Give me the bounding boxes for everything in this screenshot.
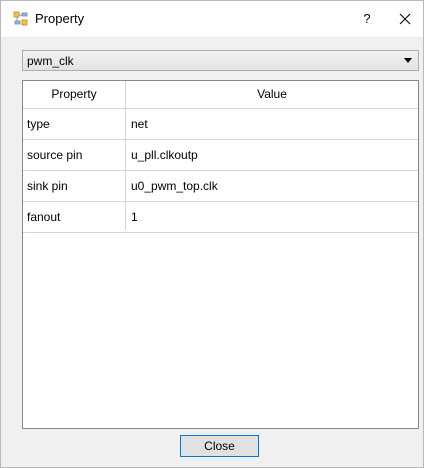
property-icon <box>13 11 29 27</box>
title-bar: Property ? <box>1 1 423 37</box>
property-name-cell: source pin <box>27 148 83 162</box>
property-name-cell: type <box>27 117 50 131</box>
object-selector-dropdown[interactable]: pwm_clk <box>22 50 419 71</box>
property-value-cell: u_pll.clkoutp <box>131 148 198 162</box>
column-divider <box>125 81 126 230</box>
close-icon[interactable] <box>393 7 417 31</box>
close-button-label: Close <box>204 439 235 453</box>
property-table: Property Value type net source pin u_pll… <box>22 80 419 429</box>
table-row[interactable]: sink pin u0_pwm_top.clk <box>23 171 418 202</box>
property-name-cell: sink pin <box>27 179 68 193</box>
property-value-cell: net <box>131 117 148 131</box>
property-value-cell: u0_pwm_top.clk <box>131 179 218 193</box>
chevron-down-icon[interactable] <box>404 58 412 63</box>
table-row[interactable]: fanout 1 <box>23 202 418 233</box>
column-header-value[interactable]: Value <box>126 81 418 108</box>
table-row[interactable]: type net <box>23 109 418 140</box>
table-header: Property Value <box>23 81 418 109</box>
help-button[interactable]: ? <box>356 7 378 31</box>
table-row[interactable]: source pin u_pll.clkoutp <box>23 140 418 171</box>
property-value-cell: 1 <box>131 210 138 224</box>
selected-object: pwm_clk <box>27 54 74 68</box>
property-name-cell: fanout <box>27 210 61 224</box>
close-button[interactable]: Close <box>180 435 259 457</box>
property-dialog: Property ? pwm_clk Property Value type n… <box>0 0 424 468</box>
window-title: Property <box>35 11 85 26</box>
column-header-property[interactable]: Property <box>23 81 126 108</box>
